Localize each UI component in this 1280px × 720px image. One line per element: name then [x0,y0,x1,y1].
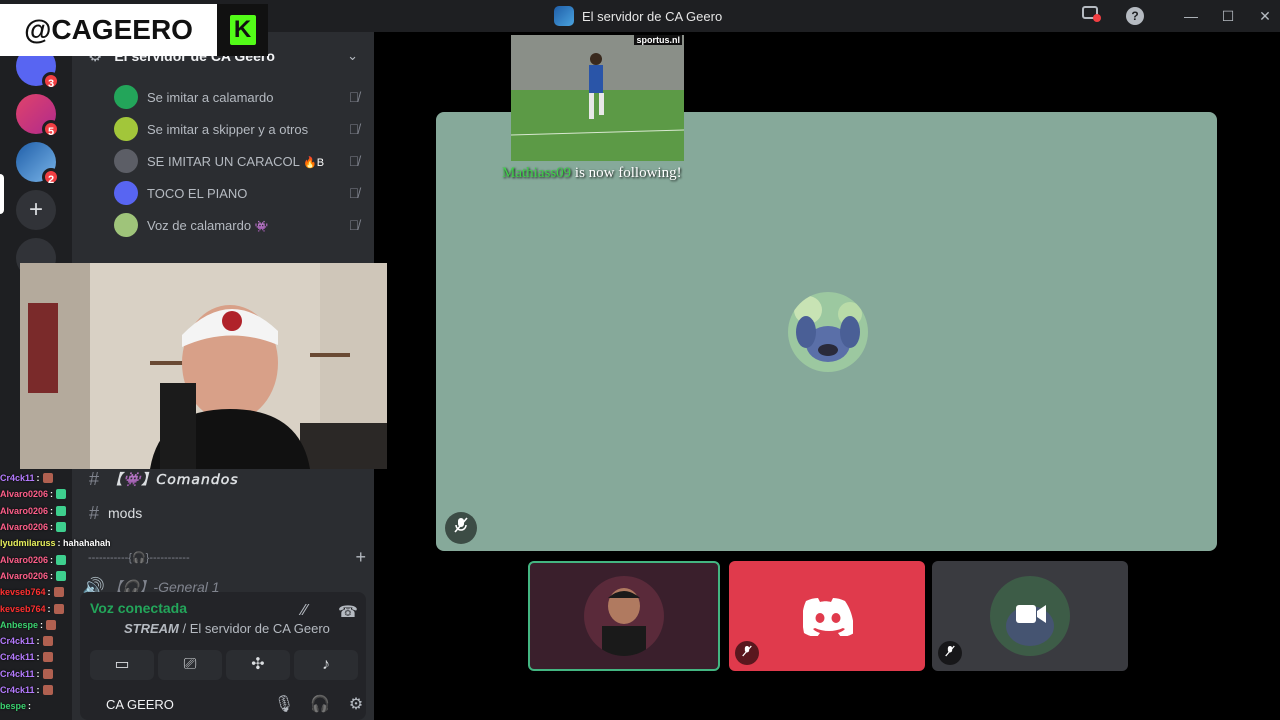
emote-icon [42,685,53,695]
avatar [584,576,664,656]
stream-chat-overlay: Cr4ck11: Alvaro0206: Alvaro0206: Alvaro0… [0,470,130,720]
chat-message: kevseb764: [0,600,130,616]
avatar [114,213,138,237]
window-title-group: El servidor de CA Geero [554,6,722,26]
chat-message: Anbespe: [0,617,130,633]
soundboard-button[interactable]: ♪ [294,650,358,680]
main-participant-avatar [788,292,868,372]
emote-icon [56,522,67,533]
kick-logo-letter: K [229,15,256,45]
participant-tile-camera[interactable] [932,561,1128,671]
noise-suppression-icon[interactable]: ∕∕ [302,602,307,620]
streamer-brand-tag: @CAGEERO K [0,4,268,56]
chat-message: Alvaro0206: [0,486,130,502]
emote-icon [56,570,67,581]
emote-icon [42,652,53,663]
screen-share-button[interactable]: ⎚ [158,650,222,680]
emote-icon [42,473,53,484]
muted-mic-icon [735,641,759,665]
help-icon: ? [1126,7,1144,25]
voice-user-name: Voz de calamardo 👾 [147,217,269,233]
muted-mic-icon [938,641,962,665]
category-header[interactable]: -----------{🎧}----------- + [88,542,374,572]
username: CA GEERO [106,696,174,712]
inbox-icon[interactable] [1078,5,1104,27]
voice-user-name: Se imitar a skipper y a otros [147,121,309,137]
unread-badge: 2 [42,168,60,186]
chat-message: Alvaro0206: [0,568,130,584]
follow-alert-clip: sportus.nl [511,35,684,161]
deafened-icon: 🎙̸ [348,121,360,137]
voice-user[interactable]: Se imitar a skipper y a otros 🎙̸ [114,113,364,145]
server-icon-ca-geero[interactable]: 2 [16,142,60,186]
chevron-down-icon: ⌄ [347,48,358,63]
chat-message: Alvaro0206: [0,519,130,535]
server-icon [554,6,574,26]
minimize-button[interactable]: — [1178,5,1204,27]
participant-tile-streamer[interactable] [528,561,720,671]
chat-message: Alvaro0206: [0,551,130,567]
voice-user[interactable]: Voz de calamardo 👾 🎙̸ [114,209,364,241]
activities-button[interactable]: ✣ [226,650,290,680]
voice-user[interactable]: TOCO EL PIANO 🎙̸ [114,177,364,209]
kick-logo-icon: K [217,4,268,56]
deafened-icon: 🎙̸ [348,89,360,105]
help-button[interactable]: ? [1122,5,1148,27]
chat-message: kevseb764: [0,584,130,600]
video-camera-icon [1016,605,1046,623]
emote-icon [42,668,53,679]
streamer-handle: @CAGEERO [0,4,217,56]
emote-icon [46,619,57,630]
discord-logo-icon [803,598,853,636]
chat-message: Cr4ck11: [0,470,130,486]
active-server-indicator [0,174,4,214]
follower-name: Mathiass09 [502,165,572,181]
avatar [114,117,138,141]
chat-message: Alvaro0206: [0,503,130,519]
chat-message: Cr4ck11: [0,682,130,698]
server-icon-pink[interactable]: 5 [16,94,60,138]
unread-badge: 3 [42,72,60,90]
participant-tile-discord[interactable] [729,561,925,671]
chat-message: lyudmilaruss: hahahahah [0,538,111,549]
chat-message: Cr4ck11: [0,649,130,665]
unread-badge: 5 [42,120,60,138]
add-channel-icon[interactable]: + [355,547,366,568]
follow-message: is now following! [574,165,682,181]
voice-channel-path[interactable]: STREAM / El servidor de CA Geero [124,621,330,636]
muted-mic-icon [445,512,477,544]
chat-message: Cr4ck11: [0,666,130,682]
follow-alert-text: Mathiass09 is now following! [502,165,682,182]
streamer-webcam [20,263,387,469]
emote-icon [56,489,67,500]
voice-user[interactable]: SE IMITAR UN CARACOL 🔥B 🎙̸ [114,145,364,177]
window-title: El servidor de CA Geero [582,8,723,24]
emote-icon [42,636,53,647]
chat-message: bespe: [0,701,32,712]
avatar [114,85,138,109]
clip-watermark: sportus.nl [634,35,682,45]
emote-icon [53,603,64,614]
deafened-icon: 🎙̸ [348,217,360,233]
voice-user-name: TOCO EL PIANO [147,185,248,201]
voice-user-name: SE IMITAR UN CARACOL 🔥B [147,153,325,169]
maximize-button[interactable]: ☐ [1215,5,1241,27]
voice-user[interactable]: Se imitar a calamardo 🎙̸ [114,81,364,113]
microphone-icon[interactable]: 🎙 [266,694,302,714]
headphones-icon[interactable]: 🎧 [302,694,338,714]
chat-message: Cr4ck11: [0,633,130,649]
emote-icon [53,587,64,598]
disconnect-icon[interactable]: ☎ [338,602,358,622]
avatar [114,149,138,173]
close-button[interactable]: ✕ [1252,5,1278,27]
gear-icon[interactable]: ⚙ [338,694,374,714]
deafened-icon: 🎙̸ [348,185,360,201]
deafened-icon: 🎙̸ [348,153,360,169]
avatar [114,181,138,205]
emote-icon [56,505,67,516]
add-server-button[interactable]: + [16,190,56,230]
voice-user-name: Se imitar a calamardo [147,89,274,105]
emote-icon [56,554,67,565]
